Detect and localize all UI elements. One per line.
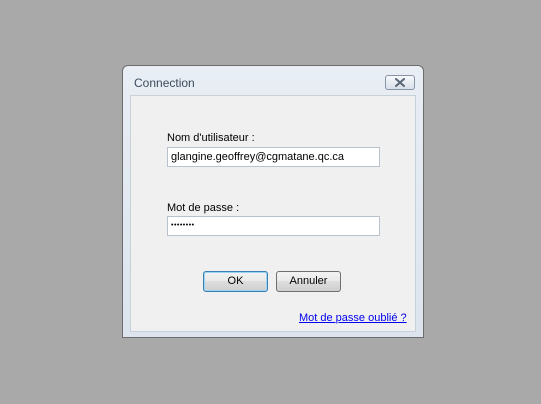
forgot-password-link[interactable]: Mot de passe oublié ? bbox=[299, 312, 407, 324]
close-icon bbox=[395, 78, 405, 87]
dialog-content: Nom d'utilisateur : glangine.geoffrey@cg… bbox=[130, 95, 416, 332]
username-label: Nom d'utilisateur : bbox=[167, 132, 255, 144]
username-input[interactable]: glangine.geoffrey@cgmatane.qc.ca bbox=[167, 147, 380, 167]
password-input[interactable]: •••••••• bbox=[167, 216, 380, 236]
ok-button[interactable]: OK bbox=[203, 271, 268, 292]
login-dialog: Connection Nom d'utilisateur : glangine.… bbox=[122, 65, 424, 338]
title-bar[interactable]: Connection bbox=[123, 66, 423, 94]
window-title: Connection bbox=[134, 76, 195, 90]
cancel-button[interactable]: Annuler bbox=[276, 271, 341, 292]
password-label: Mot de passe : bbox=[167, 202, 240, 214]
close-button[interactable] bbox=[385, 75, 415, 90]
